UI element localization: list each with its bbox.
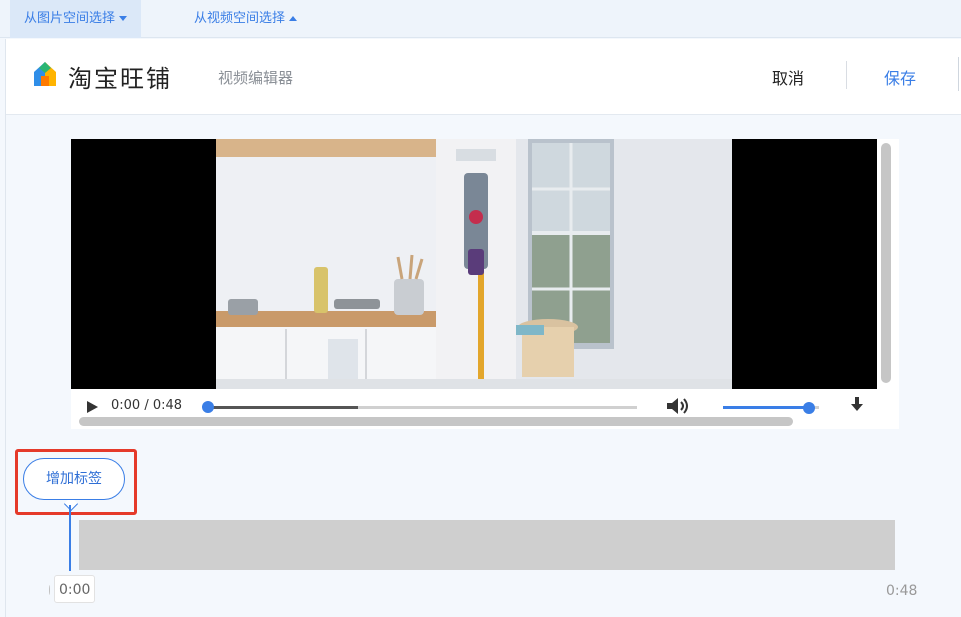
video-frame[interactable] (71, 139, 877, 389)
timeline-start-time: 0:00 (54, 575, 96, 603)
progress-buffered (207, 406, 358, 409)
add-tag-button[interactable]: 增加标签 (23, 458, 125, 500)
fullscreen-icon[interactable] (849, 397, 865, 413)
vertical-scrollbar[interactable] (881, 143, 891, 383)
volume-fill (723, 406, 809, 409)
timeline-track[interactable] (79, 520, 895, 570)
header-edge-divider (958, 57, 959, 91)
tab-image-space-label: 从图片空间选择 (24, 11, 116, 26)
horizontal-scrollbar[interactable] (79, 417, 793, 426)
cancel-button[interactable]: 取消 (772, 65, 804, 89)
volume-knob[interactable] (803, 402, 815, 414)
progress-slider[interactable] (207, 406, 637, 409)
tab-video-space-label: 从视频空间选择 (194, 11, 286, 26)
header-divider (846, 61, 847, 89)
caret-up-icon (289, 16, 298, 21)
house-logo-icon (34, 62, 56, 86)
tab-image-space[interactable]: 从图片空间选择 (10, 0, 142, 38)
time-readout: 0:00 / 0:48 (111, 398, 183, 413)
brand-name: 淘宝旺铺 (68, 65, 172, 93)
video-player: 0:00 / 0:48 (71, 139, 899, 429)
player-controls: 0:00 / 0:48 (71, 389, 877, 417)
source-tab-bar: 从图片空间选择 从视频空间选择 (0, 0, 961, 38)
timeline-playhead[interactable] (69, 505, 71, 571)
editor-subtitle: 视频编辑器 (218, 69, 294, 87)
editor-header: 淘宝旺铺 视频编辑器 取消 保存 (6, 39, 961, 115)
caret-down-icon (119, 16, 128, 21)
video-editor-page: 从图片空间选择 从视频空间选择 淘宝旺铺 视频编辑器 取消 保存 0:00 / … (0, 0, 961, 617)
save-button[interactable]: 保存 (884, 65, 916, 89)
video-scene-image (216, 139, 732, 389)
volume-slider[interactable] (723, 402, 819, 414)
volume-icon[interactable] (667, 398, 691, 414)
timeline-end-time: 0:48 (886, 583, 918, 599)
time-start-tick (49, 585, 51, 595)
play-icon[interactable] (87, 401, 98, 413)
progress-knob[interactable] (202, 401, 214, 413)
tab-video-space[interactable]: 从视频空间选择 (180, 0, 311, 38)
